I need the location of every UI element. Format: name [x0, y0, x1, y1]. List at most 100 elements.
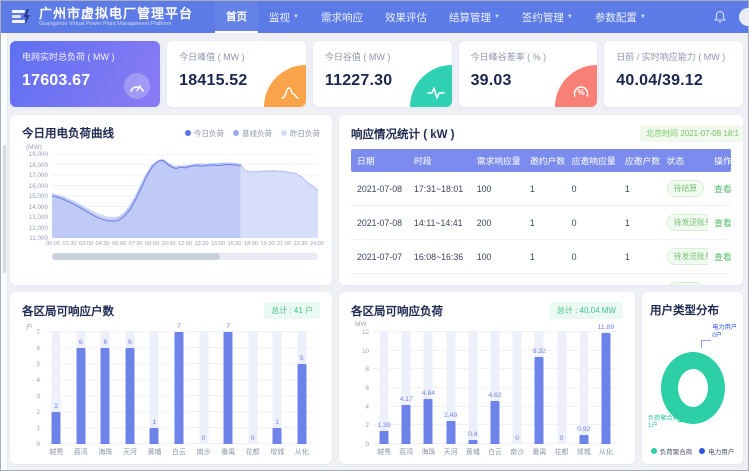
legend-dot-icon	[185, 130, 191, 136]
status-badge: 待结算	[667, 180, 704, 197]
y-axis-unit: MW	[355, 321, 367, 328]
category-label: 花都	[246, 447, 260, 457]
bar-slot-白云: 7白云	[167, 332, 192, 444]
notification-bell-icon[interactable]	[713, 10, 727, 24]
district-load-total-badge: 总计 : 40.04 MW	[550, 302, 623, 319]
legend-dot-icon	[233, 130, 239, 136]
cell-date: 2021-07-01	[351, 274, 408, 286]
cell-resp_users: 1	[619, 206, 661, 240]
bar	[535, 357, 544, 444]
y-tick-label: 15,000	[22, 193, 48, 200]
bar-value-label: 4.17	[400, 396, 413, 403]
cell-response: 0	[566, 206, 619, 240]
view-link[interactable]: 查看	[714, 252, 731, 262]
chevron-down-icon: ▼	[567, 14, 573, 20]
legend-item-今日负荷[interactable]: 今日负荷	[185, 128, 224, 139]
kpi-value: 40.04/39.12	[616, 72, 731, 90]
load-curve-legend: 今日负荷 基线负荷昨日负荷	[185, 128, 320, 139]
nav-item-label: 监视	[269, 10, 290, 25]
gauge-icon	[124, 73, 150, 99]
nav-item-签约管理[interactable]: 签约管理▼	[511, 1, 584, 33]
y-tick-label: 0	[351, 441, 369, 448]
bar-slot-花都: 0花都	[240, 332, 265, 444]
load-curve-panel: 今日用电负荷曲线 今日负荷基线负荷昨日负荷 (MW) 19,00018,0001…	[10, 115, 332, 285]
bar-value-label: 11.89	[598, 324, 615, 331]
bar-slot-番禺: 7番禺	[216, 332, 241, 444]
nav-item-需求响应[interactable]: 需求响应	[310, 1, 374, 33]
cell-time: 14:11~14:41	[408, 206, 471, 240]
y-tick-label: 1	[22, 425, 40, 432]
view-link[interactable]: 查看	[714, 184, 731, 194]
cell-status: 待结算	[661, 274, 709, 286]
nav-item-label: 效果评估	[385, 10, 427, 25]
category-label: 黄埔	[466, 447, 480, 457]
bar-value-label: 4.84	[422, 390, 435, 397]
bar	[601, 333, 610, 444]
cell-demand: 200	[471, 206, 524, 240]
column-header-需求响应量: 需求响应量	[471, 149, 524, 172]
bar	[297, 364, 306, 444]
bar-slot-越秀: 2越秀	[44, 332, 69, 444]
bar-slot-花都: 0花都	[550, 332, 572, 444]
y-tick-label: 7	[22, 329, 40, 336]
legend-item-昨日负荷[interactable]: 昨日负荷	[281, 128, 320, 139]
bar-slot-从化: 5从化	[289, 332, 314, 444]
nav-item-监视[interactable]: 监视▼	[258, 1, 310, 33]
load-curve-title: 今日用电负荷曲线	[22, 125, 114, 141]
bar-slot-增城: 1增城	[265, 332, 290, 444]
category-label: 花都	[555, 447, 569, 457]
user-avatar[interactable]	[739, 8, 749, 26]
bar	[174, 332, 183, 444]
bar-plot: 1.39越秀4.17荔湾4.84海珠2.49天河0.4黄埔4.62白云0南沙9.…	[373, 332, 617, 444]
x-tick-label: 13:30	[195, 241, 209, 247]
legend-label: 基线负荷	[242, 128, 272, 139]
y-tick-label: 4	[22, 377, 40, 384]
load-curve-svg	[52, 154, 318, 238]
response-stats-title: 响应情况统计 ( kW )	[351, 126, 455, 142]
cell-invited: 1	[524, 240, 566, 274]
app-subtitle: Guangzhou Virtual Power Plant Management…	[39, 21, 193, 27]
scrollbar-thumb[interactable]	[3, 145, 6, 273]
kpi-label: 今日峰谷差率 ( % )	[471, 50, 586, 63]
bar	[468, 440, 477, 444]
bar-background-track	[199, 332, 208, 444]
bar-background-track	[557, 332, 566, 444]
category-label: 从化	[295, 447, 309, 457]
column-header-应邀户数: 应邀户数	[619, 149, 661, 172]
cell-demand: 100	[471, 172, 524, 206]
legend-label: 电力用户	[708, 446, 734, 456]
bar-value-label: 7	[177, 323, 181, 330]
app-title: 广州市虚拟电厂管理平台	[39, 7, 193, 21]
x-tick-label: 03:00	[79, 241, 93, 247]
left-scroll-strip	[1, 33, 8, 470]
chart-datazoom-slider[interactable]	[52, 253, 318, 260]
callout-count: 1户	[648, 422, 679, 430]
nav-item-label: 参数配置	[595, 10, 637, 25]
status-badge: 待结算	[667, 282, 704, 285]
cell-date: 2021-07-07	[351, 240, 408, 274]
column-header-时段: 时段	[408, 149, 471, 172]
nav-item-label: 首页	[226, 9, 247, 24]
category-label: 增城	[270, 447, 284, 457]
nav-item-首页[interactable]: 首页	[215, 1, 258, 33]
kpi-card-realtime-load: 电网实时总负荷 ( MW ) 17603.67	[10, 41, 160, 107]
nav-item-结算管理[interactable]: 结算管理▼	[438, 1, 511, 33]
view-link[interactable]: 查看	[714, 218, 731, 228]
legend-item-基线负荷[interactable]: 基线负荷	[233, 128, 272, 139]
nav-item-参数配置[interactable]: 参数配置▼	[584, 1, 657, 33]
bar-background-track	[468, 332, 477, 444]
user-type-panel: 用户类型分布 电力用户 0户 负荷聚合商 1户 负荷聚合商电力用户	[642, 292, 743, 464]
cell-invited: 1	[524, 206, 566, 240]
bar-value-label: 7	[226, 323, 230, 330]
nav-item-效果评估[interactable]: 效果评估	[374, 1, 438, 33]
y-tick-label: 6	[22, 345, 40, 352]
legend-item-电力用户[interactable]: 电力用户	[699, 446, 734, 456]
category-label: 番禺	[532, 447, 546, 457]
bar-value-label: 6	[79, 339, 83, 346]
legend-item-负荷聚合商[interactable]: 负荷聚合商	[651, 446, 693, 456]
main-nav: 首页监视▼需求响应效果评估结算管理▼签约管理▼参数配置▼	[215, 1, 657, 33]
y-tick-label: 12	[351, 329, 369, 336]
y-tick-label: 14,000	[22, 204, 48, 211]
category-label: 从化	[599, 447, 613, 457]
bar-value-label: 0	[515, 435, 519, 442]
